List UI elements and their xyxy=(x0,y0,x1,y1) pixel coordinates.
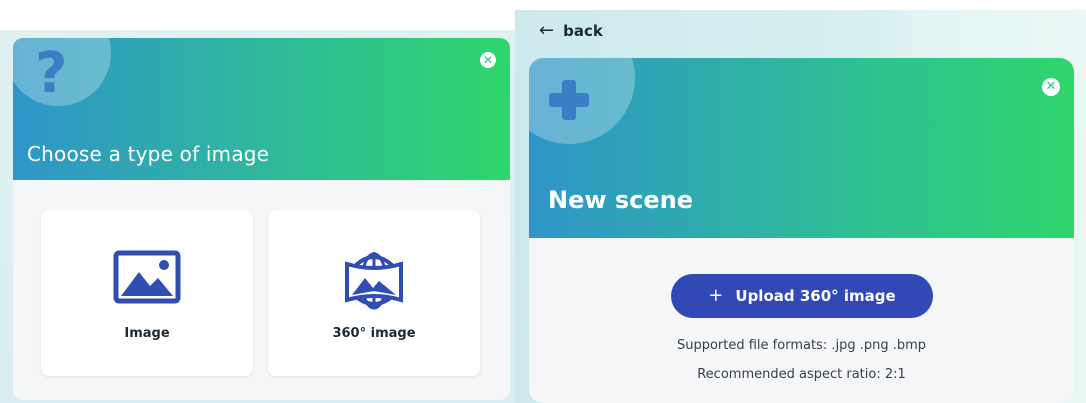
aspect-ratio-text: Recommended aspect ratio: 2:1 xyxy=(697,367,906,382)
image-icon xyxy=(113,250,181,308)
upload-360-image-button[interactable]: + Upload 360° image xyxy=(671,274,933,318)
arrow-left-icon: ← xyxy=(539,20,555,41)
360-image-type-option[interactable]: 360° image xyxy=(268,210,480,376)
back-link[interactable]: ← back xyxy=(539,20,603,41)
panorama-360-icon xyxy=(341,250,407,314)
question-mark-icon: ? xyxy=(35,41,68,106)
dialog-title: Choose a type of image xyxy=(27,142,270,166)
screenshot: ? ✕ Choose a type of image Image 360° im… xyxy=(0,0,1086,403)
plus-icon: + xyxy=(708,285,724,306)
plus-icon xyxy=(549,80,589,120)
image-type-option[interactable]: Image xyxy=(41,210,253,376)
dialog-header: ? ✕ Choose a type of image xyxy=(13,38,510,180)
choose-image-type-dialog: ? ✕ Choose a type of image Image 360° im… xyxy=(13,38,510,400)
new-scene-dialog: ✕ New scene + Upload 360° image Supporte… xyxy=(529,58,1074,403)
close-icon[interactable]: ✕ xyxy=(480,52,496,68)
close-icon[interactable]: ✕ xyxy=(1042,78,1060,96)
new-scene-backdrop: ← back ✕ New scene + Upload 360° image S… xyxy=(515,10,1086,403)
back-label: back xyxy=(563,22,603,40)
supported-formats-text: Supported file formats: .jpg .png .bmp xyxy=(676,338,927,353)
dialog-title: New scene xyxy=(548,186,694,214)
choose-image-type-backdrop: ? ✕ Choose a type of image Image 360° im… xyxy=(0,30,520,403)
image-option-label: Image xyxy=(124,326,170,341)
upload-button-label: Upload 360° image xyxy=(735,287,896,305)
360-image-option-label: 360° image xyxy=(332,326,416,341)
dialog-header: ✕ New scene xyxy=(529,58,1074,238)
